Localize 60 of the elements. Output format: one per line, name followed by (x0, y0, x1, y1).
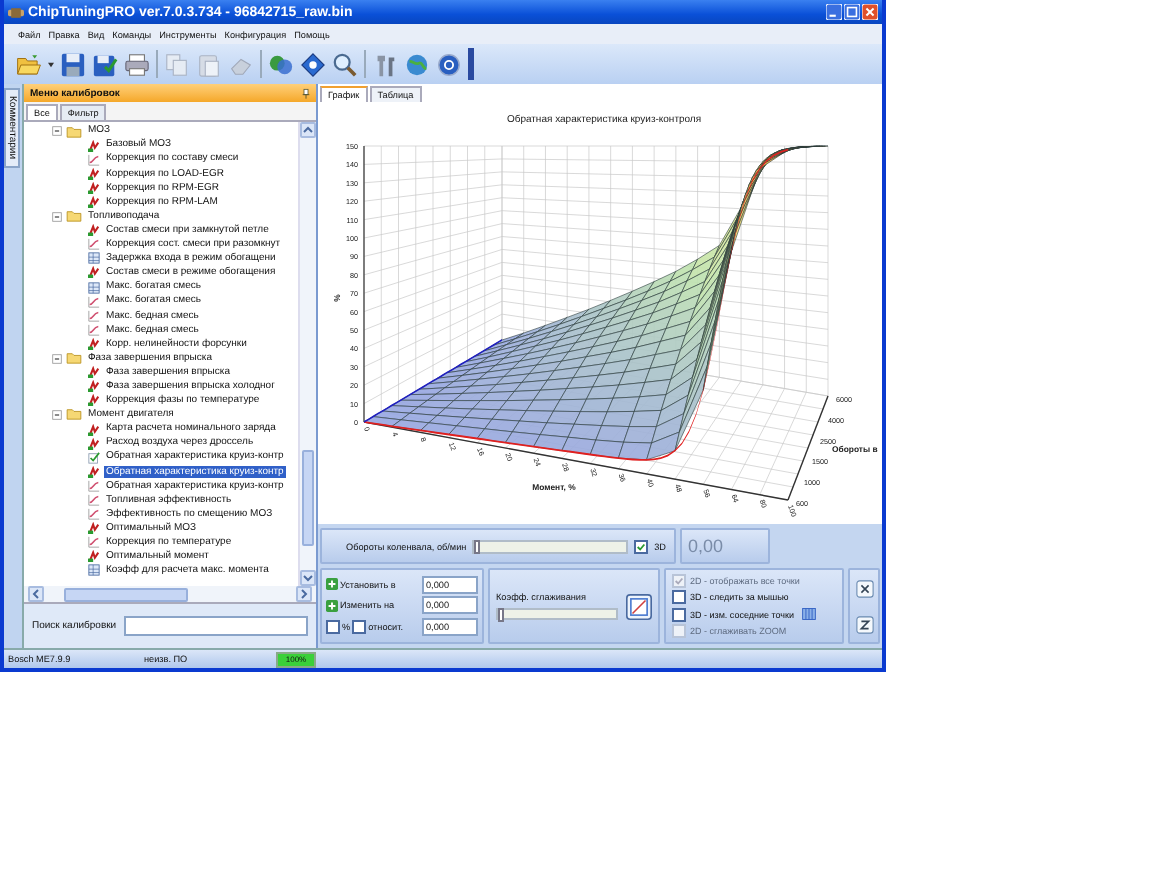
plus-icon[interactable] (326, 599, 338, 612)
collapse-icon[interactable] (52, 409, 62, 420)
checkbox[interactable] (672, 607, 686, 622)
checkbox[interactable] (672, 590, 686, 605)
compare-icon[interactable] (268, 51, 294, 77)
map-icon (88, 224, 100, 237)
collapse-icon[interactable] (52, 353, 62, 364)
app-icon (8, 5, 24, 19)
plus-icon[interactable] (326, 578, 338, 591)
horizontal-scrollbar[interactable] (24, 586, 316, 602)
checkbox[interactable] (634, 539, 649, 553)
minimize-button[interactable] (826, 4, 842, 20)
scroll-down-icon[interactable] (300, 570, 316, 586)
checkmark-icon (88, 451, 100, 464)
slider-thumb[interactable] (474, 539, 481, 553)
search-icon[interactable] (332, 51, 358, 77)
floppy-icon[interactable] (60, 51, 86, 77)
diamond-icon[interactable] (300, 51, 326, 77)
curve-icon (88, 153, 100, 166)
scroll-left-icon[interactable] (28, 586, 44, 602)
grid-icon[interactable] (802, 608, 816, 621)
printer-icon[interactable] (124, 51, 150, 77)
map-icon (88, 465, 100, 478)
slider-thumb[interactable] (498, 608, 504, 622)
folder-icon (66, 408, 82, 421)
curve-icon (88, 238, 100, 251)
map-icon (88, 139, 100, 152)
pin-icon[interactable] (302, 87, 310, 99)
close-button[interactable] (862, 4, 878, 20)
map-icon (88, 266, 100, 279)
folder-icon (66, 352, 82, 365)
folder-icon (66, 210, 82, 223)
table-icon (88, 281, 100, 294)
x-axis-button[interactable] (855, 579, 873, 597)
tools-icon[interactable] (372, 51, 398, 77)
globe-icon[interactable] (404, 51, 430, 77)
maximize-button[interactable] (844, 4, 860, 20)
table-icon (88, 252, 100, 265)
curve-icon (88, 536, 100, 549)
z-axis-button[interactable] (855, 615, 873, 633)
smooth-button[interactable] (626, 593, 652, 619)
map-icon (88, 550, 100, 563)
smoothing-slider[interactable] (496, 608, 618, 620)
floppy-check-icon[interactable] (92, 51, 118, 77)
rpm-slider[interactable] (472, 539, 629, 553)
scroll-right-icon[interactable] (296, 586, 312, 602)
scroll-up-icon[interactable] (300, 122, 316, 138)
collapse-icon[interactable] (52, 211, 62, 222)
scroll-thumb[interactable] (302, 450, 314, 546)
caret-icon[interactable] (48, 61, 54, 67)
scroll-thumb[interactable] (64, 587, 188, 601)
map-icon (88, 337, 100, 350)
collapse-icon[interactable] (52, 126, 62, 137)
search-field[interactable] (124, 616, 308, 636)
table-icon (88, 564, 100, 577)
checkbox[interactable] (326, 620, 340, 635)
value-display: 0,00 (688, 536, 724, 556)
map-icon (88, 522, 100, 535)
checkbox[interactable] (352, 620, 367, 635)
vertical-scrollbar[interactable] (298, 122, 316, 586)
